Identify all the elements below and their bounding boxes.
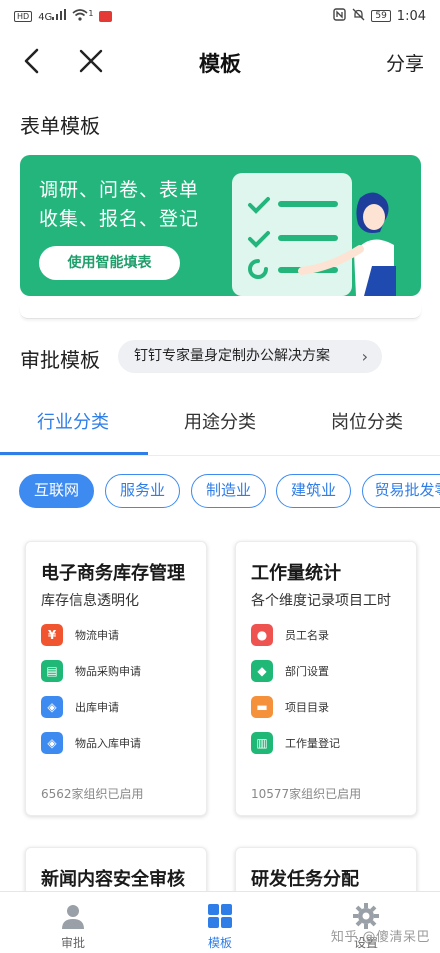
cube-icon: ◆ (251, 660, 273, 682)
template-card-ecommerce-inventory[interactable]: 电子商务库存管理 库存信息透明化 ¥ 物流申请 ▤ 物品采购申请 ◈ 出库申请 … (25, 541, 207, 816)
nfc-icon (333, 8, 347, 24)
banner-line-2: 收集、报名、登记 (39, 208, 200, 230)
expert-solution-link[interactable]: 钉钉专家量身定制办公解决方案 › (118, 340, 382, 373)
tab-industry[interactable]: 行业分类 (37, 408, 109, 434)
card-item-label: 物品入库申请 (75, 737, 141, 750)
card-item-label: 工作量登记 (285, 737, 340, 750)
card-title: 研发任务分配 (251, 869, 359, 890)
card-item-label: 出库申请 (75, 701, 119, 714)
chip-service[interactable]: 服务业 (105, 474, 180, 508)
card-subtitle: 库存信息透明化 (41, 593, 139, 609)
chevron-left-icon (24, 48, 39, 74)
chip-trade[interactable]: 贸易批发零 (362, 474, 440, 508)
network-type: 4G (38, 12, 53, 23)
back-button[interactable] (18, 46, 48, 76)
folder-icon: ▬ (251, 696, 273, 718)
share-button[interactable]: 分享 (386, 49, 424, 76)
card-item-label: 物品采购申请 (75, 665, 141, 678)
card-item: ◈ 出库申请 (41, 696, 119, 718)
mute-bell-icon (352, 8, 365, 24)
battery-indicator: 59 (371, 10, 391, 22)
card-item-label: 物流申请 (75, 629, 119, 642)
wifi-icon: 1 (72, 9, 93, 24)
nav-label: 审批 (60, 936, 85, 950)
money-bag-icon: ¥ (41, 624, 63, 646)
watermark: 知乎 @傻清呆巴 (330, 930, 430, 945)
card-subtitle: 各个维度记录项目工时 (251, 593, 391, 609)
tab-purpose[interactable]: 用途分类 (184, 408, 256, 434)
card-title: 电子商务库存管理 (41, 563, 185, 584)
notebook-icon: ▥ (251, 732, 273, 754)
status-left: HD 4G 1 (14, 9, 113, 24)
person-icon: ● (251, 624, 273, 646)
chevron-right-icon: › (361, 347, 368, 366)
nav-approval[interactable]: 审批 (43, 902, 103, 951)
card-item-label: 部门设置 (285, 665, 329, 678)
card-item: ◆ 部门设置 (251, 660, 329, 682)
approval-templates-heading: 审批模板 (20, 348, 100, 372)
card-item: ▥ 工作量登记 (251, 732, 340, 754)
card-item-label: 项目目录 (285, 701, 329, 714)
template-card-workload-stats[interactable]: 工作量统计 各个维度记录项目工时 ● 员工名录 ◆ 部门设置 ▬ 项目目录 ▥ … (235, 541, 417, 816)
banner-card-shadow (20, 305, 421, 319)
category-tabs: 行业分类 用途分类 岗位分类 (0, 400, 440, 456)
card-usage-count: 10577家组织已启用 (251, 787, 362, 801)
tab-position[interactable]: 岗位分类 (331, 408, 403, 434)
active-tab-indicator (0, 452, 148, 455)
nav-label: 模板 (207, 936, 232, 950)
notification-app-icon (99, 10, 113, 22)
checklist-illustration (232, 173, 396, 296)
chip-construction[interactable]: 建筑业 (276, 474, 351, 508)
status-bar: HD 4G 1 59 1:04 (0, 0, 440, 32)
grid-icon (208, 904, 232, 928)
chip-manufacturing[interactable]: 制造业 (191, 474, 266, 508)
nav-templates[interactable]: 模板 (190, 902, 250, 951)
navigation-bar: 模板 分享 (0, 38, 440, 84)
box-icon: ◈ (41, 732, 63, 754)
banner-line-1: 调研、问卷、表单 (39, 179, 200, 201)
cellular-signal-icon: 4G (38, 9, 67, 23)
hd-badge: HD (14, 10, 33, 22)
card-item: ¥ 物流申请 (41, 624, 119, 646)
person-icon (62, 905, 84, 929)
chip-internet[interactable]: 互联网 (19, 474, 94, 508)
card-item: ▬ 项目目录 (251, 696, 329, 718)
card-item-label: 员工名录 (285, 629, 329, 642)
card-item: ◈ 物品入库申请 (41, 732, 141, 754)
clipboard-icon: ▤ (41, 660, 63, 682)
form-templates-heading: 表单模板 (20, 114, 100, 138)
close-button[interactable] (76, 46, 106, 76)
card-usage-count: 6562家组织已启用 (41, 787, 144, 801)
smart-form-banner[interactable]: 调研、问卷、表单 收集、报名、登记 使用智能填表 (20, 155, 421, 296)
card-title: 新闻内容安全审核 (41, 869, 185, 890)
clock: 1:04 (396, 8, 426, 24)
card-item: ▤ 物品采购申请 (41, 660, 141, 682)
card-item: ● 员工名录 (251, 624, 329, 646)
industry-filter-chips: 互联网 服务业 制造业 建筑业 贸易批发零 (0, 474, 440, 510)
page-title: 模板 (199, 52, 241, 76)
use-smart-form-button[interactable]: 使用智能填表 (39, 246, 180, 280)
promo-text: 钉钉专家量身定制办公解决方案 (134, 348, 330, 364)
status-right: 59 1:04 (333, 8, 426, 24)
close-icon (79, 49, 103, 73)
wifi-sup: 1 (88, 8, 94, 18)
card-title: 工作量统计 (251, 563, 341, 584)
box-icon: ◈ (41, 696, 63, 718)
